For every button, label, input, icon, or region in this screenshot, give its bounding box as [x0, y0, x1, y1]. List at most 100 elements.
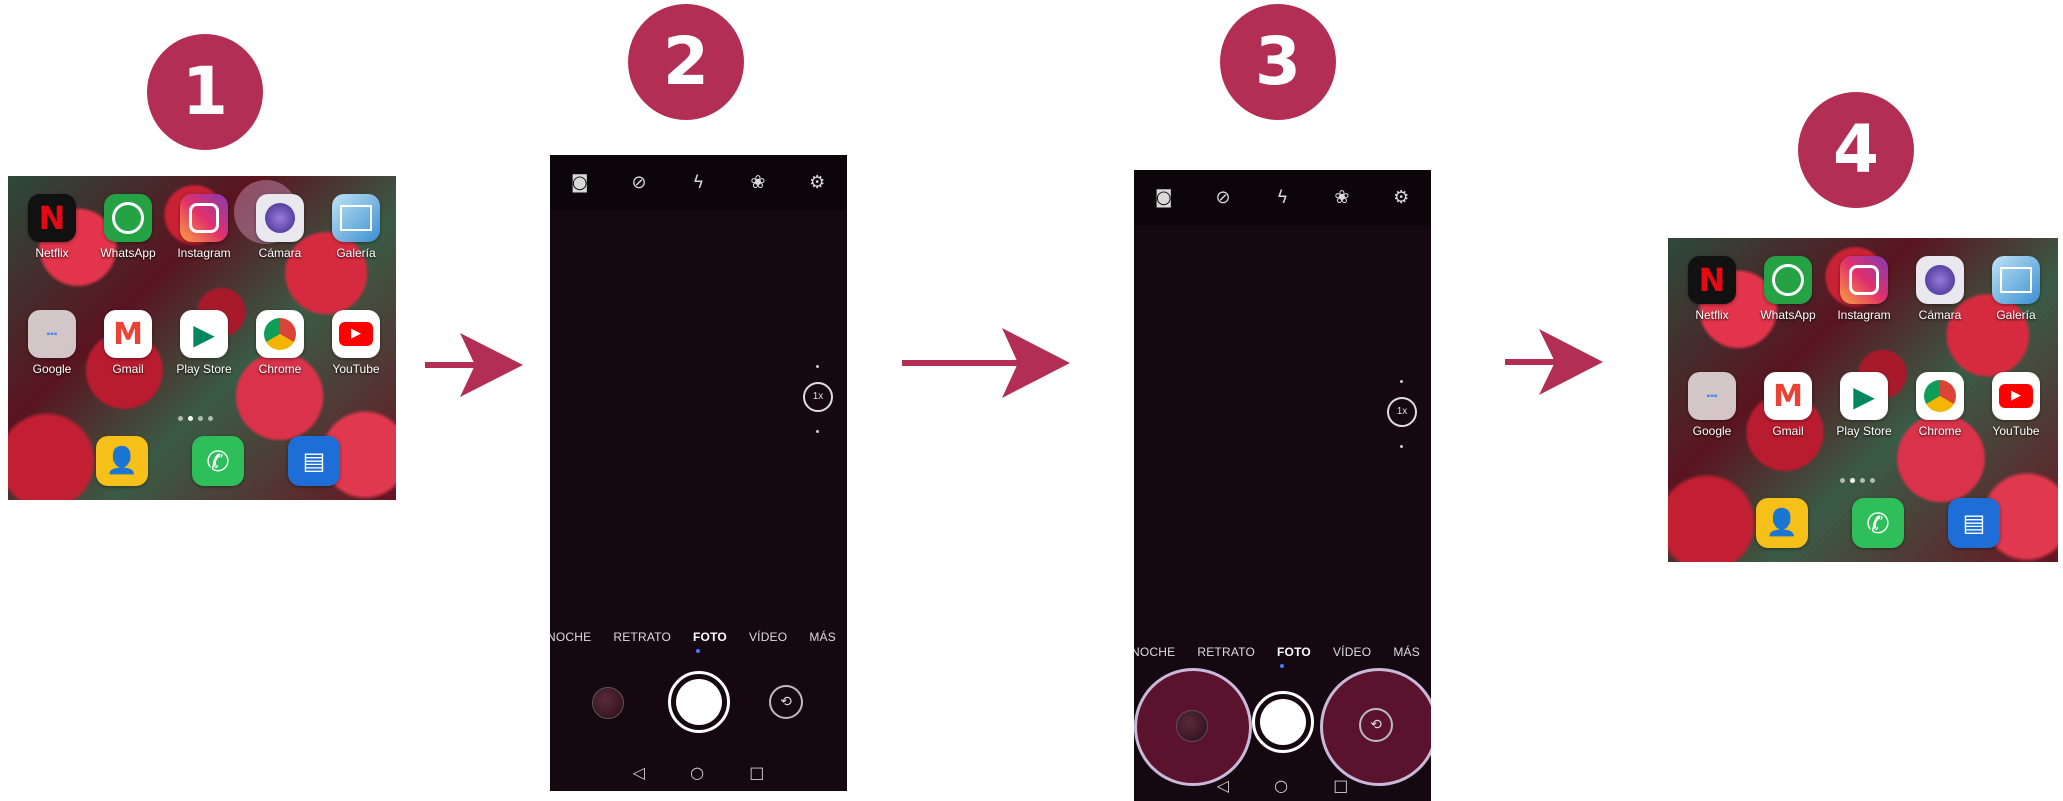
zoom-button[interactable]: 1x [803, 382, 833, 412]
mode-foto[interactable]: FOTO [1277, 645, 1311, 659]
app-play-store[interactable]: ▶ Play Store [1826, 372, 1902, 438]
mode-selector: NOCHE RETRATO FOTO VÍDEO MÁS [550, 630, 847, 644]
app-label: Chrome [1918, 424, 1962, 438]
app-google[interactable]: ▪▪▪ Google [14, 310, 90, 376]
app-youtube[interactable]: ▶ YouTube [318, 310, 394, 376]
youtube-icon: ▶ [1992, 372, 2040, 420]
ai-off-icon[interactable]: ⊘ [630, 173, 648, 192]
home-icon[interactable]: ○ [1274, 776, 1288, 795]
app-gmail[interactable]: M Gmail [90, 310, 166, 376]
app-instagram[interactable]: Instagram [166, 194, 242, 260]
zoom-dot-bottom [1400, 445, 1403, 448]
gallery-icon [1992, 256, 2040, 304]
netflix-icon: N [28, 194, 76, 242]
app-label: Netflix [35, 246, 69, 260]
gmail-icon: M [1764, 372, 1812, 420]
play-store-icon: ▶ [1840, 372, 1888, 420]
app-chrome[interactable]: Chrome [242, 310, 318, 376]
app-camara[interactable]: Cámara [234, 180, 318, 260]
app-whatsapp[interactable]: WhatsApp [90, 194, 166, 260]
app-galeria[interactable]: Galería [1978, 256, 2054, 322]
navigation-bar: ◁ ○ □ [1134, 776, 1431, 795]
app-play-store[interactable]: ▶ Play Store [166, 310, 242, 376]
step-badge-4: 4 [1798, 92, 1914, 208]
dock-messages[interactable]: ▤ [266, 436, 362, 486]
phone-icon: ✆ [192, 436, 244, 486]
app-whatsapp[interactable]: WhatsApp [1750, 256, 1826, 322]
home-icon[interactable]: ○ [690, 763, 704, 782]
app-label: YouTube [1992, 424, 2040, 438]
youtube-icon: ▶ [332, 310, 380, 358]
recents-icon[interactable]: □ [749, 763, 764, 782]
dock-contacts[interactable]: 👤 [1734, 498, 1830, 548]
filter-icon[interactable]: ❀ [1333, 188, 1351, 207]
chrome-icon [256, 310, 304, 358]
dock: 👤 ✆ ▤ [74, 436, 362, 486]
zoom-dot-top [816, 365, 819, 368]
phone-icon: ✆ [1852, 498, 1904, 548]
contacts-icon: 👤 [1756, 498, 1808, 548]
back-icon[interactable]: ◁ [633, 763, 645, 782]
mode-noche[interactable]: NOCHE [1134, 645, 1175, 659]
switch-camera-button[interactable]: ⟲ [769, 685, 803, 719]
mode-mas[interactable]: MÁS [1393, 645, 1420, 659]
zoom-button[interactable]: 1x [1387, 397, 1417, 427]
gallery-icon [332, 194, 380, 242]
camera-app-icon [256, 194, 304, 242]
app-galeria[interactable]: Galería [318, 194, 394, 260]
app-label: Play Store [176, 362, 232, 376]
home-screen-step-1: N Netflix WhatsApp Instagram Cámara Gale… [8, 176, 396, 500]
netflix-icon: N [1688, 256, 1736, 304]
app-label: Instagram [177, 246, 231, 260]
shutter-button[interactable] [1252, 691, 1314, 753]
dock-phone[interactable]: ✆ [1830, 498, 1926, 548]
dock-messages[interactable]: ▤ [1926, 498, 2022, 548]
flash-off-icon[interactable]: ϟ [689, 173, 707, 192]
navigation-bar: ◁ ○ □ [550, 763, 847, 782]
mode-foto[interactable]: FOTO [693, 630, 727, 644]
app-netflix[interactable]: N Netflix [14, 194, 90, 260]
switch-camera-button[interactable]: ⟲ [1359, 708, 1393, 742]
gallery-thumbnail[interactable] [1176, 710, 1208, 742]
app-chrome[interactable]: Chrome [1902, 372, 1978, 438]
focus-icon[interactable]: ◙ [571, 173, 589, 192]
app-label: Gmail [112, 362, 144, 376]
app-grid-row-2: ▪▪▪ Google M Gmail ▶ Play Store Chrome ▶… [14, 310, 394, 376]
flash-off-icon[interactable]: ϟ [1273, 188, 1291, 207]
app-label: Google [32, 362, 72, 376]
settings-icon[interactable]: ⚙ [1392, 188, 1410, 207]
app-label: Galería [336, 246, 376, 260]
ai-off-icon[interactable]: ⊘ [1214, 188, 1232, 207]
app-netflix[interactable]: N Netflix [1674, 256, 1750, 322]
mode-video[interactable]: VÍDEO [1333, 645, 1371, 659]
app-label: Chrome [258, 362, 302, 376]
gmail-icon: M [104, 310, 152, 358]
app-camara[interactable]: Cámara [1902, 256, 1978, 322]
dock-phone[interactable]: ✆ [170, 436, 266, 486]
settings-icon[interactable]: ⚙ [808, 173, 826, 192]
mode-noche[interactable]: NOCHE [550, 630, 591, 644]
dock: 👤 ✆ ▤ [1734, 498, 2022, 548]
app-grid-row-2: ▪▪▪ Google M Gmail ▶ Play Store Chrome ▶… [1674, 372, 2054, 438]
mode-video[interactable]: VÍDEO [749, 630, 787, 644]
app-label: Galería [1996, 308, 2036, 322]
app-google[interactable]: ▪▪▪ Google [1674, 372, 1750, 438]
app-label: Netflix [1695, 308, 1729, 322]
dock-contacts[interactable]: 👤 [74, 436, 170, 486]
mode-retrato[interactable]: RETRATO [613, 630, 671, 644]
shutter-button[interactable] [668, 671, 730, 733]
filter-icon[interactable]: ❀ [749, 173, 767, 192]
back-icon[interactable]: ◁ [1217, 776, 1229, 795]
page-indicator [178, 416, 213, 421]
mode-mas[interactable]: MÁS [809, 630, 836, 644]
camera-top-bar: ◙ ⊘ ϟ ❀ ⚙ [550, 155, 847, 210]
recents-icon[interactable]: □ [1333, 776, 1348, 795]
app-youtube[interactable]: ▶ YouTube [1978, 372, 2054, 438]
app-instagram[interactable]: Instagram [1826, 256, 1902, 322]
gallery-thumbnail[interactable] [592, 687, 624, 719]
focus-icon[interactable]: ◙ [1155, 188, 1173, 207]
app-grid-row-1: N Netflix WhatsApp Instagram Cámara Gale… [1674, 256, 2054, 322]
mode-retrato[interactable]: RETRATO [1197, 645, 1255, 659]
selected-mode-dot [696, 649, 700, 653]
app-gmail[interactable]: M Gmail [1750, 372, 1826, 438]
